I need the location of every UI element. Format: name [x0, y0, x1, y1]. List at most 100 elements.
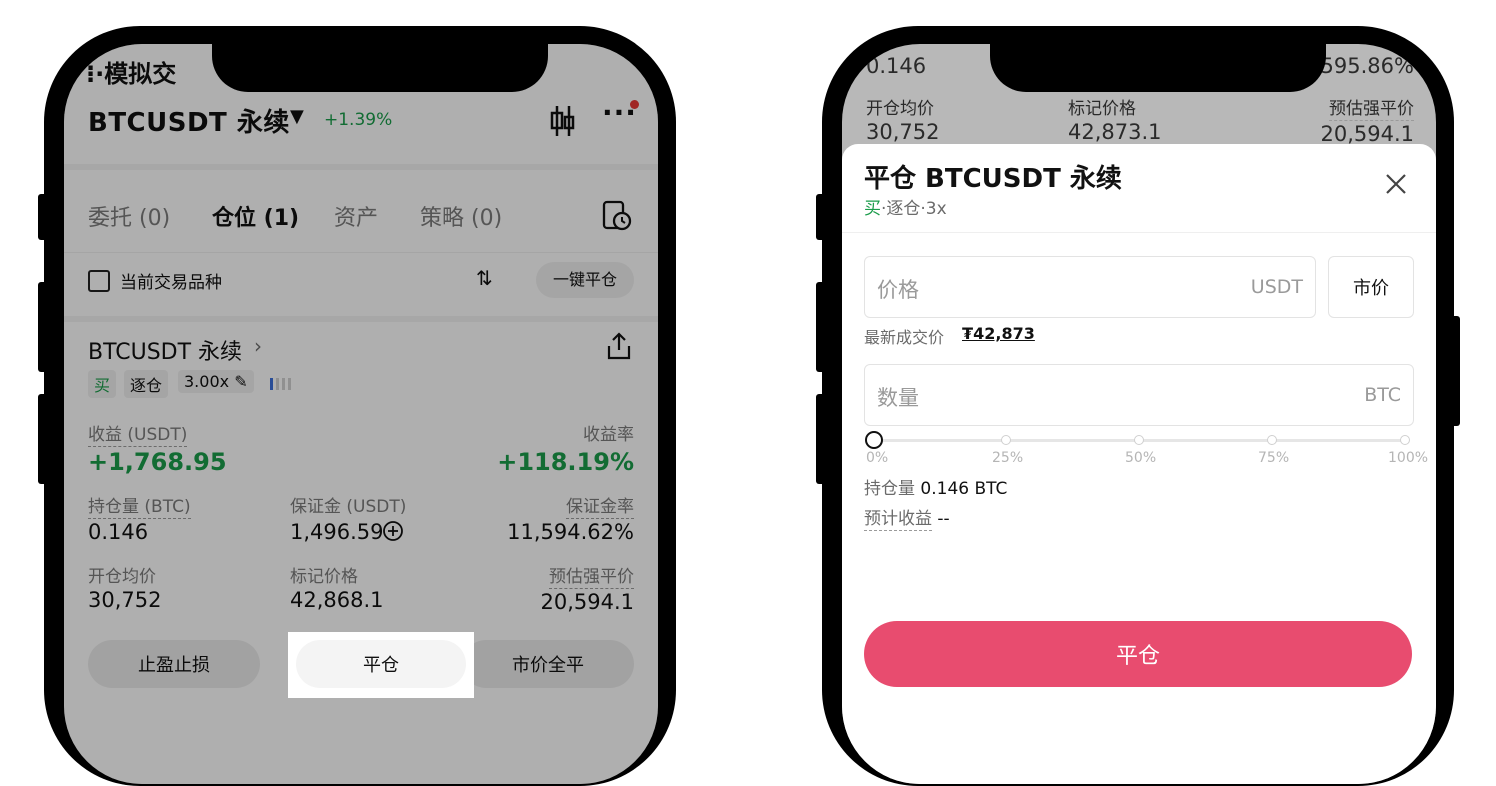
- holding-row: 持仓量 0.146 BTC: [864, 474, 1007, 499]
- candlestick-icon[interactable]: [550, 104, 576, 142]
- divider: [64, 252, 658, 253]
- bg-entry-value: 30,752: [866, 120, 940, 144]
- side-button: [38, 394, 48, 484]
- side-button: [816, 282, 826, 372]
- close-position-sheet: 平仓 BTCUSDT 永续 买·逐仓·3x 价格 USDT 市价 最新成交价 ₮…: [842, 144, 1436, 784]
- sheet-sub-rest: ·逐仓·3x: [881, 199, 947, 219]
- sheet-title: 平仓 BTCUSDT 永续: [864, 164, 1122, 194]
- entry-value: 30,752: [88, 588, 162, 612]
- close-all-button[interactable]: 一键平仓: [536, 262, 634, 298]
- notch: [990, 44, 1326, 92]
- edit-icon: ✎: [234, 372, 248, 391]
- slider-handle[interactable]: [865, 431, 883, 449]
- margin-ratio-value: 11,594.62%: [507, 520, 634, 544]
- symbol-title[interactable]: BTCUSDT 永续: [88, 102, 290, 139]
- slider-mark-100[interactable]: [1400, 435, 1410, 445]
- close-position-button[interactable]: 平仓: [296, 640, 466, 688]
- quantity-unit: BTC: [1364, 384, 1401, 406]
- history-icon[interactable]: [602, 200, 632, 236]
- market-close-button[interactable]: 市价全平: [462, 640, 634, 688]
- side-tag: 买: [88, 370, 117, 398]
- market-price-button[interactable]: 市价: [1328, 256, 1414, 318]
- margin-label: 保证金 (USDT): [290, 497, 407, 517]
- slider-mark-75[interactable]: [1267, 435, 1277, 445]
- leverage-tag[interactable]: 3.00x ✎: [178, 370, 254, 393]
- share-icon[interactable]: [606, 332, 632, 364]
- pnl-label: 收益 (USDT): [88, 425, 188, 447]
- checkbox-label: 当前交易品种: [120, 273, 222, 293]
- roe-label: 收益率: [583, 425, 634, 445]
- last-price-value[interactable]: ₮42,873: [962, 324, 1035, 343]
- risk-bars-icon: [270, 376, 298, 395]
- notification-dot: [630, 100, 639, 109]
- quantity-placeholder: 数量: [877, 386, 919, 410]
- quantity-input[interactable]: 数量 BTC: [864, 364, 1414, 426]
- holding-value: 0.146 BTC: [920, 479, 1008, 499]
- slider-mark-25[interactable]: [1001, 435, 1011, 445]
- size-label: 持仓量 (BTC): [88, 497, 191, 519]
- leverage-value: 3.00x: [184, 372, 230, 391]
- mark-value: 42,868.1: [290, 588, 384, 612]
- entry-label: 开仓均价: [88, 567, 156, 587]
- price-placeholder: 价格: [877, 278, 919, 302]
- bg-size-value: 0.146: [866, 54, 927, 78]
- divider: [64, 316, 658, 322]
- slider-mark-50[interactable]: [1134, 435, 1144, 445]
- sort-icon[interactable]: ⇅: [476, 266, 493, 290]
- divider: [64, 164, 658, 170]
- margin-value: 1,496.59: [290, 520, 384, 544]
- est-pnl-value: --: [937, 509, 950, 529]
- side-button: [1450, 316, 1460, 426]
- tab-assets[interactable]: 资产: [334, 200, 378, 232]
- close-button-highlight: 平仓: [288, 632, 474, 698]
- price-input[interactable]: 价格 USDT: [864, 256, 1316, 318]
- pnl-value: +1,768.95: [88, 448, 227, 476]
- tab-positions[interactable]: 仓位 (1): [212, 200, 299, 232]
- position-symbol[interactable]: BTCUSDT 永续: [88, 334, 242, 366]
- mark-label: 标记价格: [290, 567, 358, 587]
- last-price-label: 最新成交价: [864, 328, 945, 347]
- slider-label-25: 25%: [992, 450, 1024, 466]
- status-bar-text: ⁝·模拟交: [86, 54, 176, 89]
- bg-liq-label: 预估强平价: [1329, 99, 1414, 121]
- divider: [842, 232, 1436, 233]
- liq-value: 20,594.1: [540, 590, 634, 614]
- side-button: [38, 194, 48, 240]
- slider-label-0: 0%: [866, 450, 889, 466]
- slider-label-50: 50%: [1125, 450, 1157, 466]
- roe-value: +118.19%: [497, 448, 634, 476]
- price-unit: USDT: [1250, 276, 1303, 298]
- notch: [212, 44, 548, 92]
- add-margin-icon[interactable]: [382, 520, 404, 546]
- current-symbol-checkbox[interactable]: [88, 270, 110, 292]
- right-screen: 0.146 11,595.86% 开仓均价 标记价格 预估强平价 30,752 …: [842, 44, 1436, 784]
- tab-strategies[interactable]: 策略 (0): [420, 200, 502, 232]
- bg-entry-label: 开仓均价: [866, 99, 934, 119]
- chevron-down-icon[interactable]: ▼: [290, 106, 304, 127]
- left-phone: ⁝·模拟交 BTCUSDT 永续 ▼ +1.39% ··· 委托 (0) 仓位 …: [38, 26, 676, 786]
- size-value: 0.146: [88, 520, 149, 544]
- slider-label-75: 75%: [1258, 450, 1290, 466]
- margin-ratio-label: 保证金率: [566, 497, 634, 519]
- est-pnl-row: 预计收益 --: [864, 504, 950, 531]
- tpsl-button[interactable]: 止盈止损: [88, 640, 260, 688]
- status-label: 模拟交: [104, 60, 177, 88]
- bg-mark-value: 42,873.1: [1068, 120, 1162, 144]
- bg-liq-value: 20,594.1: [1320, 122, 1414, 146]
- side-button: [816, 394, 826, 484]
- close-icon[interactable]: [1384, 172, 1408, 200]
- bg-mark-label: 标记价格: [1068, 99, 1136, 119]
- price-change: +1.39%: [324, 110, 393, 130]
- tab-orders[interactable]: 委托 (0): [88, 200, 170, 232]
- slider-label-100: 100%: [1388, 450, 1429, 466]
- sheet-side: 买: [864, 199, 881, 219]
- side-button: [38, 282, 48, 372]
- right-phone: 0.146 11,595.86% 开仓均价 标记价格 预估强平价 30,752 …: [816, 26, 1460, 786]
- status-dots: ⁝·: [86, 60, 105, 88]
- liq-label: 预估强平价: [549, 567, 634, 589]
- confirm-close-button[interactable]: 平仓: [864, 621, 1412, 687]
- side-button: [816, 194, 826, 240]
- holding-label: 持仓量: [864, 479, 915, 499]
- chevron-right-icon[interactable]: ›: [254, 334, 262, 358]
- est-pnl-label: 预计收益: [864, 509, 932, 531]
